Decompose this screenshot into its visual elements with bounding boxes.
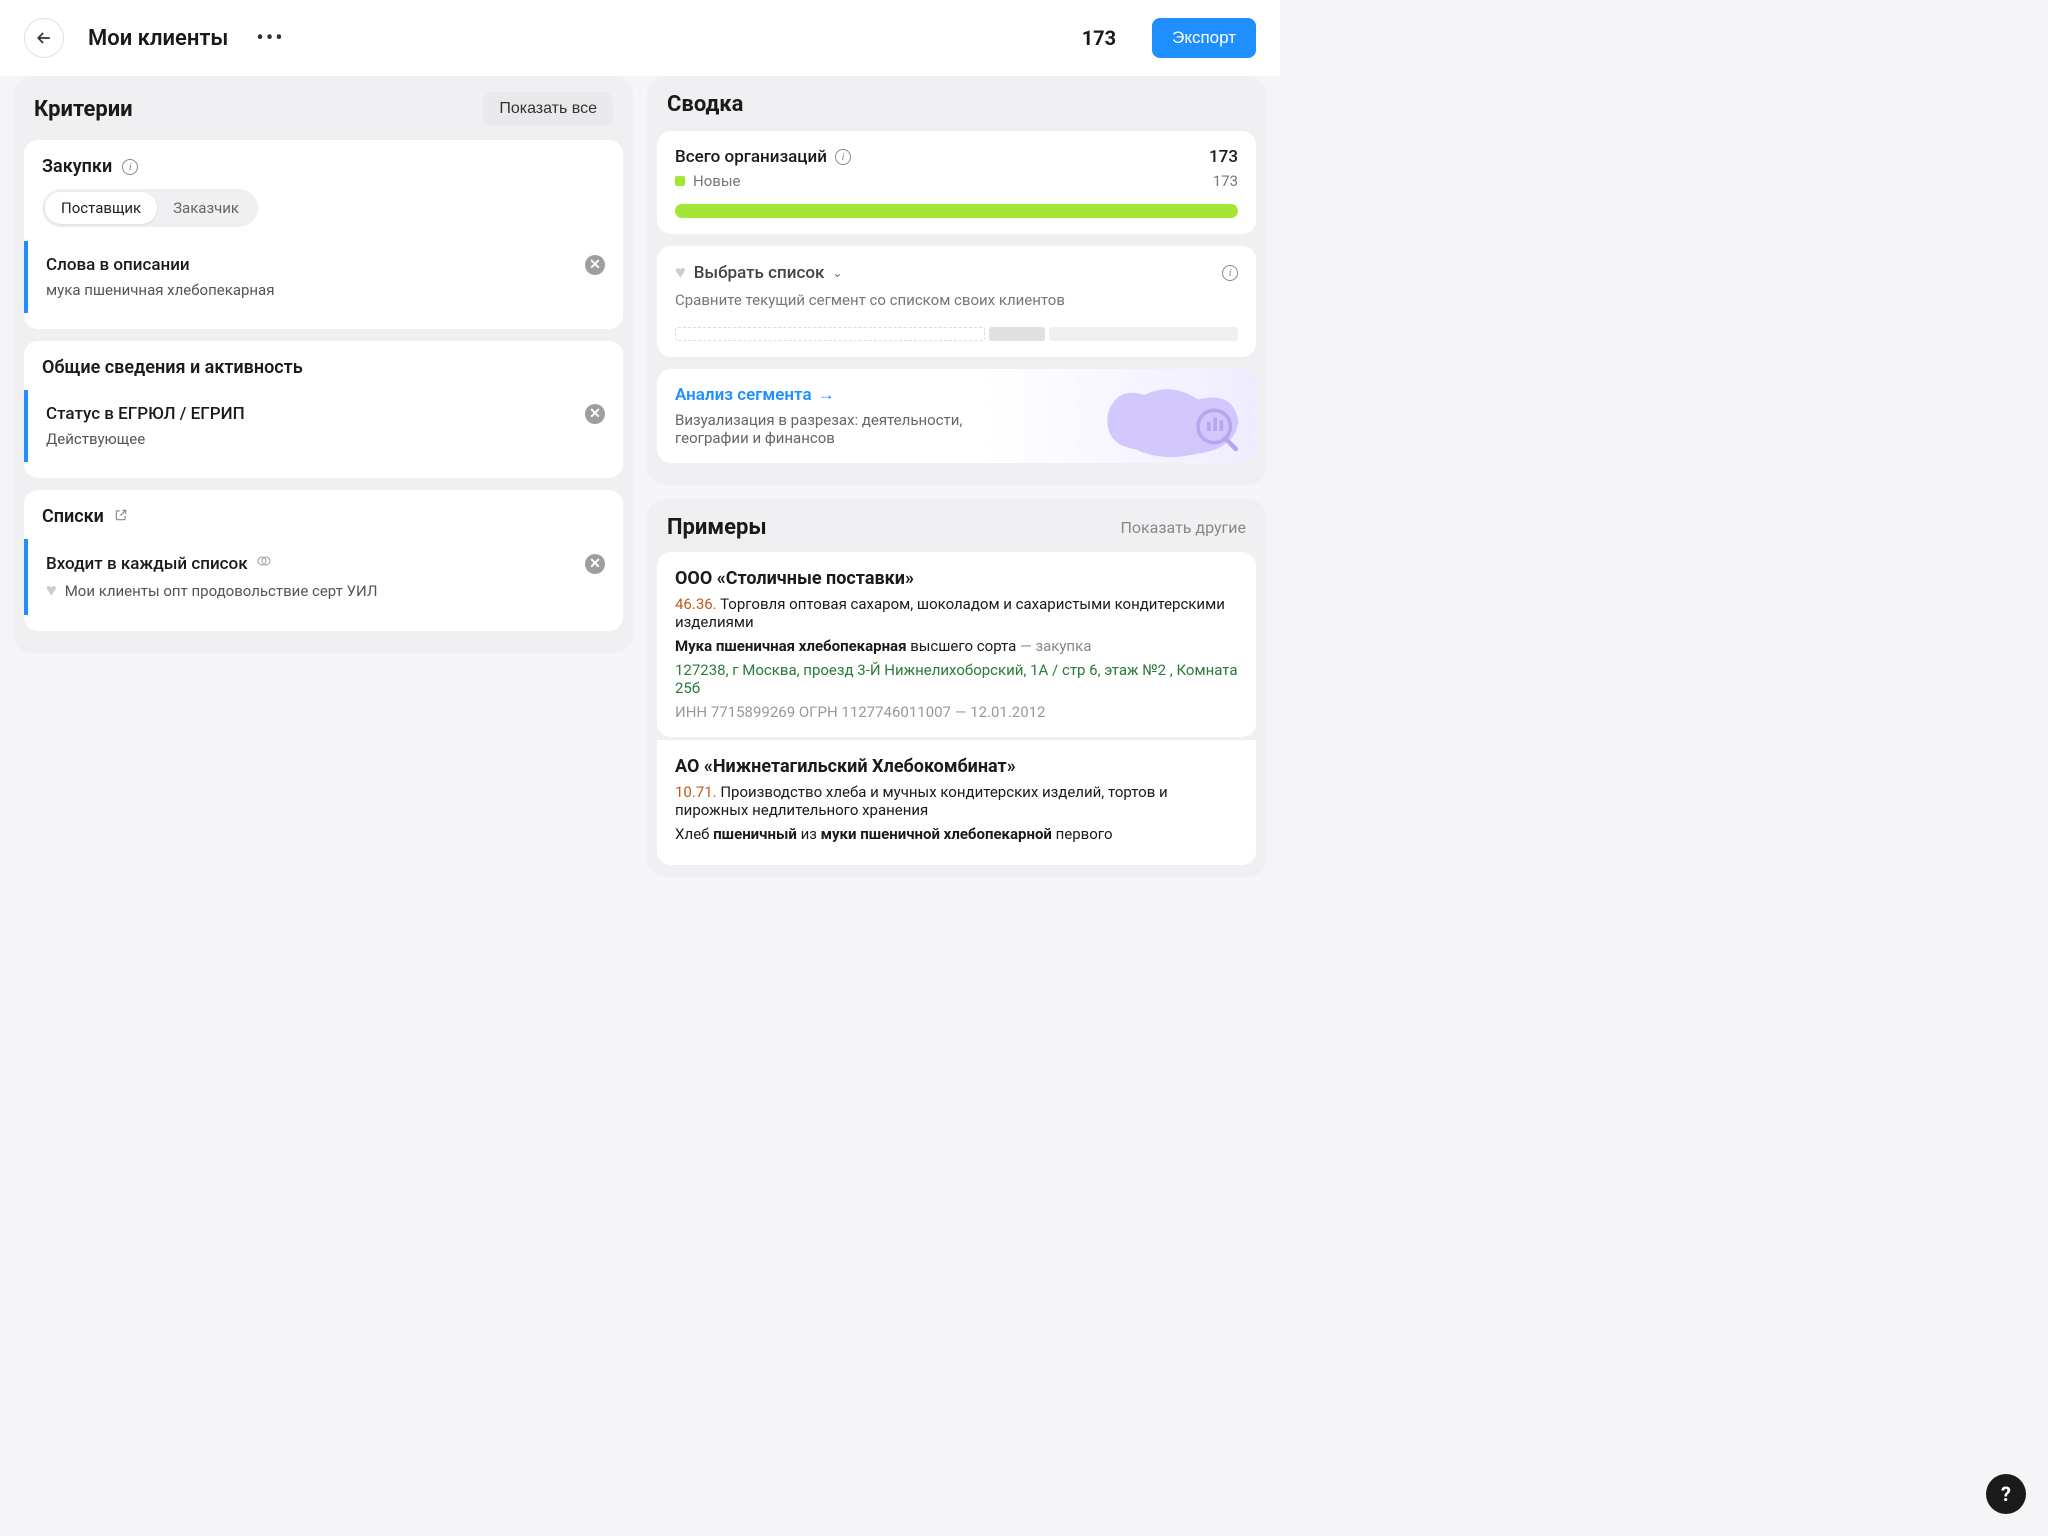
lists-title: Списки (42, 506, 104, 527)
total-orgs-label: Всего организаций (675, 147, 827, 167)
words-value: мука пшеничная хлебопекарная (46, 281, 605, 299)
back-button[interactable] (24, 18, 64, 58)
select-list-dropdown[interactable]: ♥ Выбрать список ⌄ (675, 262, 842, 283)
arrow-left-icon (34, 28, 54, 48)
info-icon[interactable]: i (835, 149, 851, 165)
heart-icon: ♥ (675, 262, 686, 283)
total-count-badge: 173 (1064, 20, 1134, 56)
general-title: Общие сведения и активность (42, 357, 303, 378)
show-other-button[interactable]: Показать другие (1120, 518, 1246, 537)
example-ids: ИНН 7715899269 ОГРН 1127746011007 — 12.0… (675, 703, 1238, 721)
criteria-card-general: Общие сведения и активность Статус в ЕГР… (24, 341, 623, 478)
in-every-label: Входит в каждый список (46, 554, 248, 574)
compare-desc: Сравните текущий сегмент со списком свои… (675, 291, 1238, 309)
toggle-supplier[interactable]: Поставщик (45, 192, 157, 224)
chevron-down-icon: ⌄ (832, 266, 842, 280)
example-okved: 10.71. Производство хлеба и мучных конди… (675, 783, 1238, 819)
export-button[interactable]: Экспорт (1152, 18, 1256, 58)
external-link-icon[interactable] (114, 507, 128, 526)
compare-skeleton (675, 327, 1238, 341)
example-desc: Хлеб пшеничный из муки пшеничной хлебопе… (675, 825, 1238, 843)
remove-criterion-icon[interactable]: ✕ (585, 404, 605, 424)
status-label: Статус в ЕГРЮЛ / ЕГРИП (46, 404, 245, 424)
info-icon[interactable]: i (1222, 265, 1238, 281)
summary-title: Сводка (667, 92, 1246, 117)
example-desc: Мука пшеничная хлебопекарная высшего сор… (675, 637, 1238, 655)
example-okved: 46.36. Торговля оптовая сахаром, шоколад… (675, 595, 1238, 631)
select-list-label: Выбрать список (694, 263, 825, 283)
new-label: Новые (693, 172, 740, 190)
intersection-icon (256, 553, 272, 574)
examples-title: Примеры (667, 515, 767, 540)
help-button[interactable]: ? (1986, 1474, 2026, 1514)
total-orgs-value: 173 (1209, 147, 1238, 167)
new-value: 173 (1213, 172, 1238, 190)
role-toggle: Поставщик Заказчик (42, 189, 258, 227)
example-address: 127238, г Москва, проезд 3-Й Нижнелихобо… (675, 661, 1238, 697)
example-name: ООО «Столичные поставки» (675, 568, 1238, 589)
page-title: Мои клиенты (88, 26, 228, 51)
example-item[interactable]: АО «Нижнетагильский Хлебокомбинат» 10.71… (657, 739, 1256, 865)
status-value: Действующее (46, 430, 605, 448)
more-menu[interactable]: ••• (256, 26, 284, 51)
criteria-title: Критерии (34, 97, 133, 122)
analysis-card[interactable]: Анализ сегмента → Визуализация в разреза… (657, 369, 1256, 463)
example-item[interactable]: ООО «Столичные поставки» 46.36. Торговля… (657, 552, 1256, 737)
progress-bar (675, 204, 1238, 218)
summary-totals-card: Всего организаций i 173 Новые 173 (657, 131, 1256, 234)
criteria-card-zakupki: Закупки i Поставщик Заказчик Слова в опи… (24, 140, 623, 329)
arrow-right-icon: → (818, 385, 835, 405)
map-illustration (1096, 377, 1246, 463)
summary-panel: Сводка Всего организаций i 173 Новые 173 (647, 76, 1266, 485)
remove-criterion-icon[interactable]: ✕ (585, 554, 605, 574)
criteria-panel: Критерии Показать все Закупки i Поставщи… (14, 76, 633, 653)
list-name: Мои клиенты опт продовольствие серт УИЛ (65, 582, 378, 600)
criteria-card-lists: Списки Входит в каждый список ✕ (24, 490, 623, 631)
examples-panel: Примеры Показать другие ООО «Столичные п… (647, 499, 1266, 877)
zakupki-title: Закупки (42, 156, 112, 177)
compare-list-card: ♥ Выбрать список ⌄ i Сравните текущий се… (657, 246, 1256, 357)
info-icon[interactable]: i (122, 159, 138, 175)
toggle-customer[interactable]: Заказчик (157, 192, 255, 224)
words-label: Слова в описании (46, 255, 190, 275)
heart-icon: ♥ (46, 580, 57, 601)
example-name: АО «Нижнетагильский Хлебокомбинат» (675, 756, 1238, 777)
show-all-button[interactable]: Показать все (483, 92, 613, 126)
remove-criterion-icon[interactable]: ✕ (585, 255, 605, 275)
legend-dot-new (675, 176, 685, 186)
